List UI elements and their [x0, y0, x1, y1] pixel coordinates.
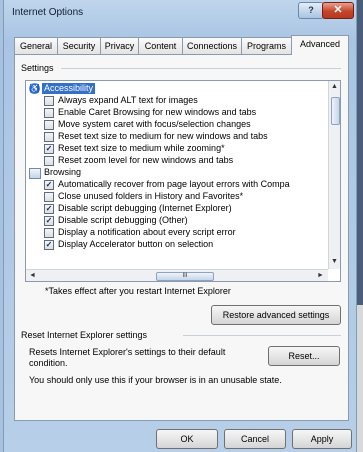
- option-label: Display Accelerator button on selection: [58, 239, 214, 249]
- option-label: Close unused folders in History and Favo…: [58, 191, 244, 201]
- reset-button[interactable]: Reset...: [268, 346, 340, 366]
- checkbox[interactable]: [44, 228, 54, 238]
- scroll-left-icon[interactable]: ◄: [29, 272, 36, 279]
- category-label: Browsing: [44, 167, 82, 177]
- tab-content[interactable]: Content: [138, 37, 183, 54]
- horizontal-scroll-thumb[interactable]: III: [156, 272, 214, 281]
- tab-connections[interactable]: Connections: [182, 37, 242, 54]
- reset-group-label: Reset Internet Explorer settings: [21, 330, 148, 340]
- option-label: Reset text size to medium for new window…: [58, 131, 268, 141]
- checkbox-checked[interactable]: ✓: [44, 144, 54, 154]
- option-label: Disable script debugging (Other): [58, 215, 188, 225]
- option-label: Reset zoom level for new windows and tab…: [58, 155, 234, 165]
- internet-options-dialog: Internet Options ? ✕ General Security Pr…: [3, 0, 357, 452]
- checkbox-checked[interactable]: ✓: [44, 180, 54, 190]
- background-right-strip-lower: [357, 305, 363, 452]
- tab-security[interactable]: Security: [57, 37, 101, 54]
- checkbox[interactable]: [44, 108, 54, 118]
- restore-advanced-settings-button[interactable]: Restore advanced settings: [211, 305, 341, 325]
- checkbox[interactable]: [44, 120, 54, 130]
- option-label: Automatically recover from page layout e…: [58, 179, 290, 189]
- checkbox-checked[interactable]: ✓: [44, 240, 54, 250]
- reset-description: Resets Internet Explorer's settings to t…: [29, 347, 226, 368]
- option-label: Reset text size to medium while zooming*: [58, 143, 225, 153]
- close-icon: ✕: [333, 4, 343, 16]
- advanced-panel: Settings ♿ Accessibility Always expand A…: [14, 54, 349, 421]
- help-button[interactable]: ?: [298, 2, 324, 19]
- ok-button[interactable]: OK: [156, 429, 218, 449]
- vertical-scrollbar[interactable]: ▲ ▼: [328, 81, 340, 269]
- title-bar[interactable]: Internet Options ? ✕: [4, 0, 356, 26]
- category-label: Accessibility: [42, 83, 96, 94]
- tab-advanced[interactable]: Advanced: [291, 35, 349, 55]
- browsing-icon: [29, 168, 41, 179]
- settings-list[interactable]: ♿ Accessibility Always expand ALT text f…: [25, 80, 341, 282]
- option-label: Display a notification about every scrip…: [58, 227, 236, 237]
- reset-warning: You should only use this if your browser…: [29, 375, 282, 385]
- scroll-right-icon[interactable]: ►: [317, 272, 324, 279]
- settings-group-label: Settings: [21, 63, 54, 73]
- checkbox[interactable]: [44, 132, 54, 142]
- tab-privacy[interactable]: Privacy: [100, 37, 139, 54]
- scroll-up-icon[interactable]: ▲: [331, 83, 338, 90]
- settings-list-items: ♿ Accessibility Always expand ALT text f…: [26, 81, 328, 269]
- checkbox-checked[interactable]: ✓: [44, 216, 54, 226]
- option-label: Enable Caret Browsing for new windows an…: [58, 107, 257, 117]
- scroll-down-icon[interactable]: ▼: [331, 258, 338, 265]
- horizontal-scrollbar[interactable]: ◄ III ►: [26, 269, 328, 281]
- option-label: Move system caret with focus/selection c…: [58, 119, 251, 129]
- background-right-strip: [357, 0, 363, 305]
- option-label: Always expand ALT text for images: [58, 95, 198, 105]
- checkbox[interactable]: [44, 96, 54, 106]
- tab-programs[interactable]: Programs: [241, 37, 292, 54]
- help-icon: ?: [308, 5, 314, 15]
- apply-button[interactable]: Apply: [292, 429, 352, 449]
- cancel-button[interactable]: Cancel: [224, 429, 286, 449]
- checkbox[interactable]: [44, 156, 54, 166]
- close-button[interactable]: ✕: [322, 2, 354, 19]
- vertical-scroll-thumb[interactable]: [331, 97, 340, 125]
- tab-general[interactable]: General: [14, 37, 58, 54]
- reset-divider: [183, 335, 341, 336]
- restart-note: *Takes effect after you restart Internet…: [45, 286, 231, 296]
- settings-divider: [61, 68, 341, 69]
- window-title: Internet Options: [12, 7, 84, 18]
- option-label: Disable script debugging (Internet Explo…: [58, 203, 232, 213]
- checkbox-checked[interactable]: ✓: [44, 204, 54, 214]
- checkbox[interactable]: [44, 192, 54, 202]
- accessibility-icon: ♿: [29, 83, 40, 94]
